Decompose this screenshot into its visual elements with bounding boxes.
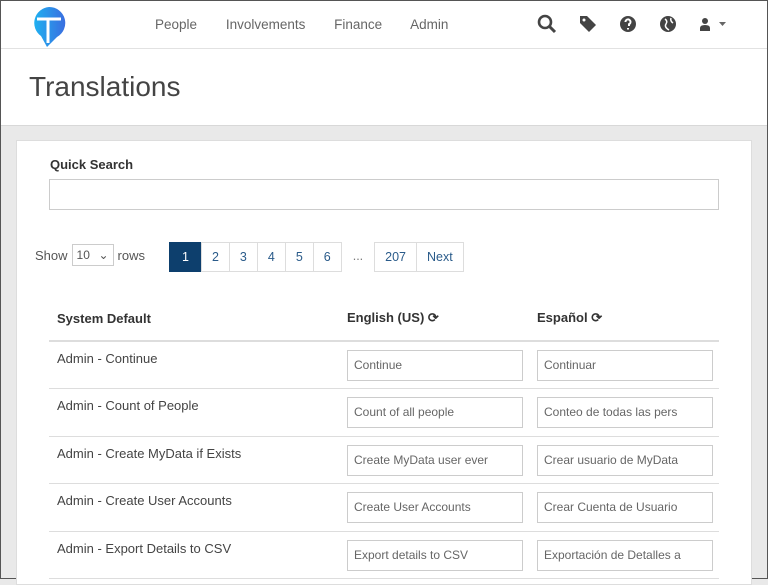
system-default-key: Admin - Create MyData if Exists xyxy=(49,436,339,484)
refresh-icon[interactable]: ⟳ xyxy=(428,310,439,325)
english-cell: Create MyData user ever xyxy=(339,436,529,484)
spanish-translation-input[interactable]: Conteo de todas las pers xyxy=(537,397,713,428)
page-title: Translations xyxy=(29,71,181,102)
nav-involvements[interactable]: Involvements xyxy=(226,17,306,32)
spanish-cell: Crear Cuenta de Usuario xyxy=(529,483,719,532)
col-system-default: System Default xyxy=(49,296,339,342)
page-1[interactable]: 1 xyxy=(169,242,202,272)
system-default-key: Admin - Continue xyxy=(49,341,339,389)
english-cell: Create User Accounts xyxy=(339,483,529,532)
page-last[interactable]: 207 xyxy=(374,242,417,272)
system-default-key: Admin - Count of People xyxy=(49,388,339,437)
page-header: Translations xyxy=(1,49,767,126)
english-translation-input[interactable]: Export details to CSV xyxy=(347,539,523,571)
spanish-cell: Crear usuario de MyData xyxy=(529,436,719,484)
nav-people[interactable]: People xyxy=(155,17,197,32)
rows-select[interactable]: 10 ⌄ xyxy=(71,244,114,266)
top-nav: People Involvements Finance Admin xyxy=(1,1,767,49)
user-icon xyxy=(700,18,710,31)
col-spanish[interactable]: Español ⟳ xyxy=(529,296,719,342)
table-row: Admin - Count of People Count of all peo… xyxy=(49,388,719,437)
next-page-button[interactable]: Next xyxy=(416,242,464,272)
col-spanish-label: Español xyxy=(537,310,588,325)
english-cell: Export details to CSV xyxy=(339,531,529,579)
quick-search-input[interactable] xyxy=(49,179,719,210)
nav-finance[interactable]: Finance xyxy=(334,17,382,32)
spanish-cell: Continuar xyxy=(529,341,719,389)
page-2[interactable]: 2 xyxy=(200,242,230,272)
col-english-label: English (US) xyxy=(347,310,425,325)
translations-table: System Default English (US) ⟳ Español ⟳ … xyxy=(49,296,719,579)
system-default-key: Admin - Export Details to CSV xyxy=(49,531,339,579)
nav-admin[interactable]: Admin xyxy=(410,17,448,32)
chevron-down-icon: ⌄ xyxy=(98,248,109,262)
english-cell: Continue xyxy=(339,341,529,389)
pagination: 1 2 3 4 5 6 ... 207 Next xyxy=(169,242,464,272)
user-menu[interactable] xyxy=(699,17,726,31)
table-row: Admin - Continue Continue Continuar xyxy=(49,341,719,389)
rows-label: rows xyxy=(117,247,145,263)
help-icon[interactable] xyxy=(619,15,637,33)
spanish-translation-input[interactable]: Continuar xyxy=(537,350,713,381)
page-3[interactable]: 3 xyxy=(228,242,258,272)
quick-search-label: Quick Search xyxy=(50,157,134,172)
table-row: Admin - Create User Accounts Create User… xyxy=(49,483,719,532)
system-default-key: Admin - Create User Accounts xyxy=(49,483,339,532)
refresh-icon[interactable]: ⟳ xyxy=(591,310,602,325)
english-translation-input[interactable]: Continue xyxy=(347,350,523,381)
caret-down-icon xyxy=(719,22,726,26)
pagination-ellipsis: ... xyxy=(352,249,364,263)
page-4[interactable]: 4 xyxy=(256,242,286,272)
col-english[interactable]: English (US) ⟳ xyxy=(339,296,529,342)
search-icon[interactable] xyxy=(537,14,557,34)
translations-panel: Quick Search Show 10 ⌄ rows 1 2 3 4 5 6 .… xyxy=(16,140,752,585)
english-translation-input[interactable]: Create User Accounts xyxy=(347,492,523,523)
table-row: Admin - Export Details to CSV Export det… xyxy=(49,531,719,579)
tag-icon[interactable] xyxy=(579,15,597,33)
rows-select-value: 10 xyxy=(76,248,90,262)
table-row: Admin - Create MyData if Exists Create M… xyxy=(49,436,719,484)
page-6[interactable]: 6 xyxy=(312,242,342,272)
spanish-translation-input[interactable]: Exportación de Detalles a xyxy=(537,539,713,571)
rows-per-page: Show 10 ⌄ rows xyxy=(35,244,145,266)
globe-icon[interactable] xyxy=(659,15,677,33)
page-5[interactable]: 5 xyxy=(284,242,314,272)
spanish-cell: Conteo de todas las pers xyxy=(529,388,719,437)
english-translation-input[interactable]: Count of all people xyxy=(347,397,523,428)
spanish-translation-input[interactable]: Crear Cuenta de Usuario xyxy=(537,492,713,523)
spanish-cell: Exportación de Detalles a xyxy=(529,531,719,579)
logo-icon[interactable] xyxy=(31,5,67,47)
english-translation-input[interactable]: Create MyData user ever xyxy=(347,444,523,476)
show-label: Show xyxy=(35,247,68,263)
english-cell: Count of all people xyxy=(339,388,529,437)
spanish-translation-input[interactable]: Crear usuario de MyData xyxy=(537,444,713,476)
